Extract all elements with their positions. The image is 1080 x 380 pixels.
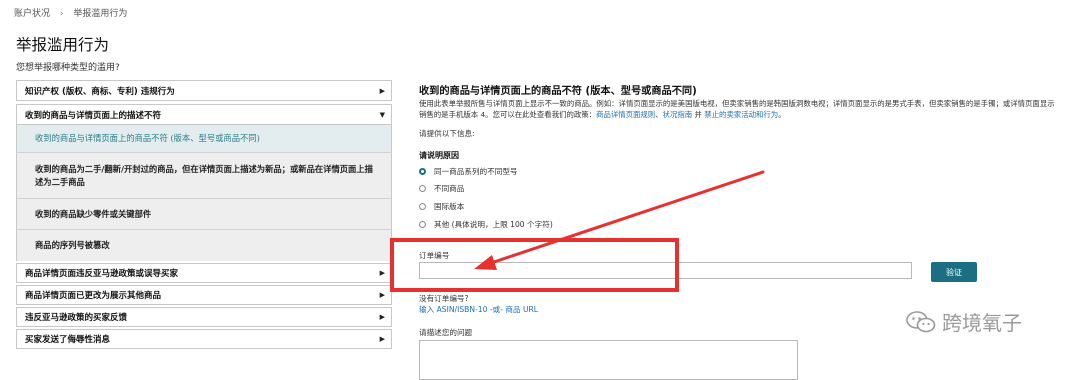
wechat-icon [906,310,936,332]
watermark: 跨境氧子 [906,307,1022,336]
watermark-text: 跨境氧子 [942,311,1022,335]
